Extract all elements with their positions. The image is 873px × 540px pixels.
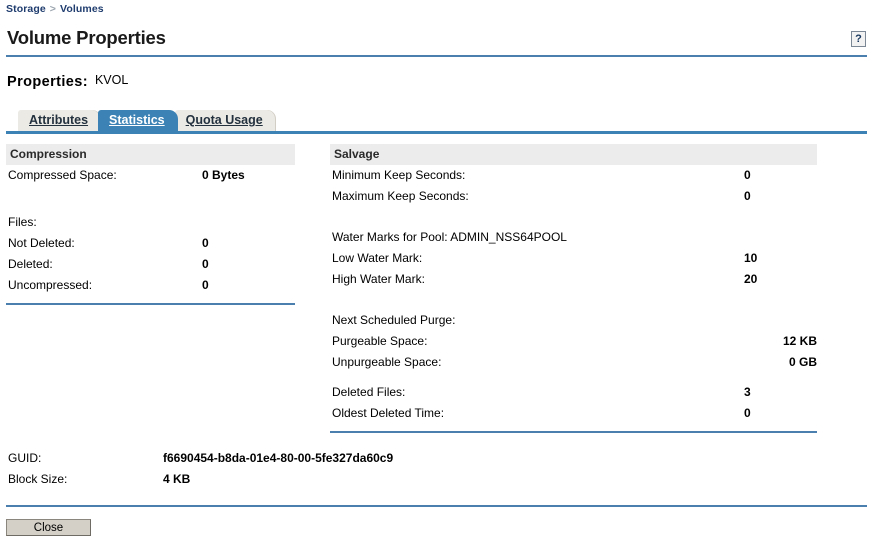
compression-spacer (6, 186, 295, 212)
properties-label: Properties: (7, 74, 88, 90)
salvage-spacer-one (330, 207, 817, 227)
row-high-water-mark-label: High Water Mark: (332, 272, 425, 286)
row-purgeable-space: Purgeable Space: 12 KB (330, 331, 817, 352)
row-not-deleted-label: Not Deleted: (8, 236, 75, 250)
row-maximum-keep-seconds: Maximum Keep Seconds: 0 (330, 186, 817, 207)
salvage-spacer-three (330, 373, 817, 382)
row-purgeable-space-label: Purgeable Space: (332, 334, 428, 348)
row-deleted-files-label: Deleted Files: (332, 385, 406, 399)
row-unpurgeable-space: Unpurgeable Space: 0 GB (330, 352, 817, 373)
row-not-deleted: Not Deleted: 0 (6, 233, 295, 254)
properties-value: KVOL (94, 73, 129, 87)
tab-statistics-label: Statistics (109, 113, 165, 127)
breadcrumb-separator-icon: > (49, 3, 57, 15)
tab-bar: Attributes Statistics Quota Usage (0, 108, 873, 134)
next-scheduled-purge-label: Next Scheduled Purge: (332, 313, 456, 327)
row-minimum-keep-seconds-value: 0 (744, 168, 751, 182)
footer-divider (6, 505, 867, 507)
water-marks-pool-label: Water Marks for Pool: ADMIN_NSS64POOL (332, 230, 567, 244)
row-block-size-label: Block Size: (8, 472, 68, 486)
row-deleted-files-value: 3 (744, 385, 751, 399)
row-block-size: Block Size: 4 KB (6, 469, 867, 490)
row-low-water-mark: Low Water Mark: 10 (330, 248, 817, 269)
row-uncompressed-value: 0 (202, 278, 209, 292)
salvage-section-header: Salvage (330, 144, 817, 165)
row-compressed-space-label: Compressed Space: (8, 168, 117, 182)
row-maximum-keep-seconds-value: 0 (744, 189, 751, 203)
properties-row: Properties: KVOL (7, 73, 129, 90)
row-not-deleted-value: 0 (202, 236, 209, 250)
row-minimum-keep-seconds-label: Minimum Keep Seconds: (332, 168, 466, 182)
row-compressed-space: Compressed Space: 0 Bytes (6, 165, 295, 186)
files-group-label: Files: (8, 215, 37, 229)
compression-divider (6, 303, 295, 305)
row-low-water-mark-label: Low Water Mark: (332, 251, 423, 265)
row-deleted-label: Deleted: (8, 257, 53, 271)
row-water-marks-pool: Water Marks for Pool: ADMIN_NSS64POOL (330, 227, 817, 248)
tab-statistics[interactable]: Statistics (98, 110, 178, 131)
salvage-spacer-two (330, 290, 817, 310)
row-oldest-deleted-time: Oldest Deleted Time: 0 (330, 403, 817, 424)
title-divider (6, 55, 867, 57)
row-high-water-mark: High Water Mark: 20 (330, 269, 817, 290)
row-low-water-mark-value: 10 (744, 251, 758, 265)
row-maximum-keep-seconds-label: Maximum Keep Seconds: (332, 189, 469, 203)
row-deleted: Deleted: 0 (6, 254, 295, 275)
compression-panel: Compression Compressed Space: 0 Bytes Fi… (6, 144, 295, 305)
row-compressed-space-value: 0 Bytes (202, 168, 245, 182)
row-guid: GUID: f6690454-b8da-01e4-80-00-5fe327da6… (6, 448, 867, 469)
help-button[interactable]: ? (851, 31, 866, 47)
row-uncompressed: Uncompressed: 0 (6, 275, 295, 296)
volume-identity-block: GUID: f6690454-b8da-01e4-80-00-5fe327da6… (6, 448, 867, 490)
row-unpurgeable-space-label: Unpurgeable Space: (332, 355, 442, 369)
tab-quota-usage-label: Quota Usage (185, 113, 263, 127)
files-group-label-row: Files: (6, 212, 295, 233)
row-deleted-value: 0 (202, 257, 209, 271)
salvage-panel: Salvage Minimum Keep Seconds: 0 Maximum … (330, 144, 817, 433)
page-title: Volume Properties (7, 27, 166, 48)
tab-attributes[interactable]: Attributes (18, 110, 102, 131)
tab-quota-usage[interactable]: Quota Usage (174, 110, 276, 131)
row-deleted-files: Deleted Files: 3 (330, 382, 817, 403)
row-next-scheduled-purge: Next Scheduled Purge: (330, 310, 817, 331)
close-button[interactable]: Close (6, 519, 91, 536)
row-minimum-keep-seconds: Minimum Keep Seconds: 0 (330, 165, 817, 186)
tab-attributes-label: Attributes (29, 113, 89, 127)
salvage-divider (330, 431, 817, 433)
row-block-size-value: 4 KB (163, 472, 191, 486)
breadcrumb-item-storage[interactable]: Storage (6, 3, 46, 15)
row-oldest-deleted-time-label: Oldest Deleted Time: (332, 406, 445, 420)
row-unpurgeable-space-value: 0 GB (788, 355, 817, 369)
row-uncompressed-label: Uncompressed: (8, 278, 93, 292)
compression-section-header: Compression (6, 144, 295, 165)
tab-underline (6, 131, 867, 134)
row-purgeable-space-value: 12 KB (782, 334, 817, 348)
row-guid-value: f6690454-b8da-01e4-80-00-5fe327da60c9 (163, 451, 394, 465)
tab-list: Attributes Statistics Quota Usage (18, 108, 276, 131)
row-guid-label: GUID: (8, 451, 42, 465)
row-high-water-mark-value: 20 (744, 272, 758, 286)
breadcrumb: Storage > Volumes (6, 3, 104, 15)
breadcrumb-item-volumes[interactable]: Volumes (60, 3, 104, 15)
row-oldest-deleted-time-value: 0 (744, 406, 751, 420)
